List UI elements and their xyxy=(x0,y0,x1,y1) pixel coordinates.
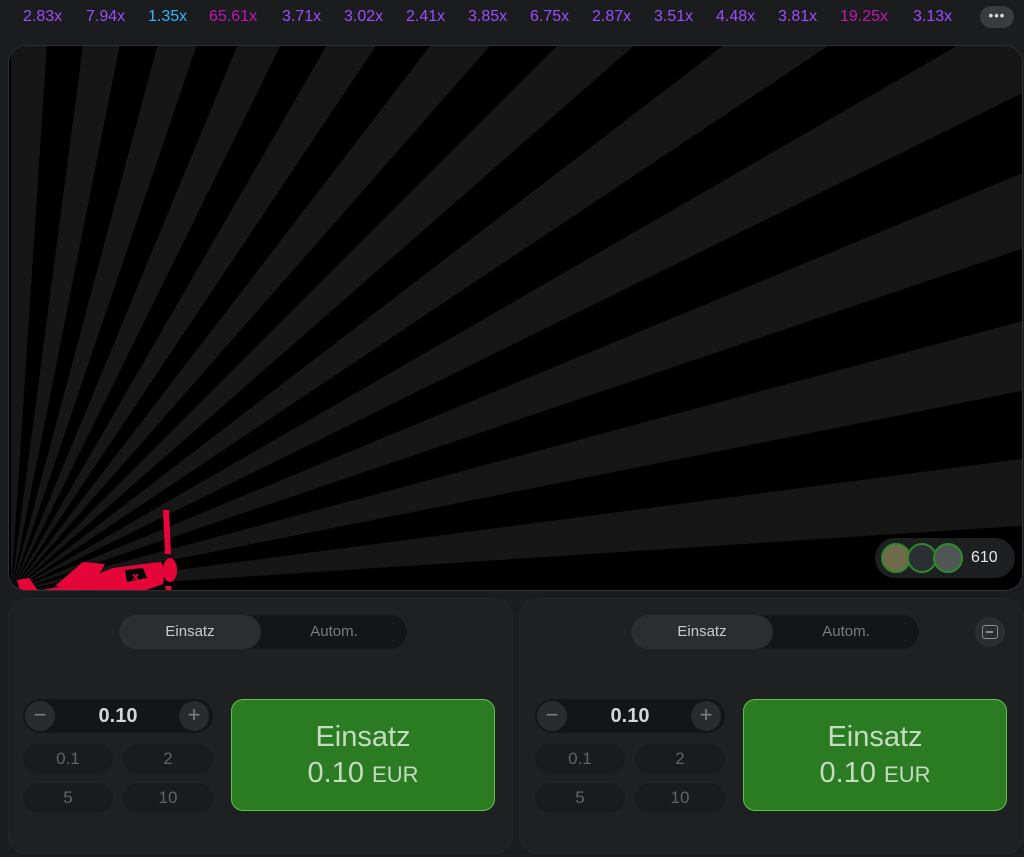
quick-amount-button[interactable]: 2 xyxy=(635,744,725,774)
bet-button-amount: 0.10 EUR xyxy=(744,756,1006,792)
bet-button-label: Einsatz xyxy=(315,721,411,753)
players-count: 610 xyxy=(971,549,998,566)
place-bet-button[interactable]: Einsatz 0.10 EUR xyxy=(231,699,495,811)
history-multiplier[interactable]: 7.94x xyxy=(86,8,125,26)
history-more-button[interactable]: ••• xyxy=(980,6,1014,28)
aviator-game-screen: 2.83x 7.94x 1.35x 65.61x 3.71x 3.02x 2.4… xyxy=(0,0,1024,857)
game-canvas: x 610 xyxy=(8,45,1023,591)
history-multiplier[interactable]: 2.41x xyxy=(406,8,445,26)
remove-panel-button[interactable] xyxy=(975,617,1005,647)
history-multiplier[interactable]: 3.71x xyxy=(282,8,321,26)
bet-amount-input[interactable]: 0.10 xyxy=(575,699,685,733)
minus-square-icon xyxy=(982,625,998,639)
bet-amount-stepper: − 0.10 + xyxy=(23,699,213,733)
increase-bet-button[interactable]: + xyxy=(179,701,209,731)
tab-autom[interactable]: Autom. xyxy=(263,615,405,649)
bet-panel-1: Einsatz Autom. − 0.10 + 0.1 2 5 10 Einsa… xyxy=(8,598,513,854)
history-multiplier[interactable]: 4.48x xyxy=(716,8,755,26)
history-multiplier[interactable]: 2.87x xyxy=(592,8,631,26)
multiplier-history: 2.83x 7.94x 1.35x 65.61x 3.71x 3.02x 2.4… xyxy=(0,0,1024,36)
quick-amount-button[interactable]: 0.1 xyxy=(535,744,625,774)
airplane-icon: x xyxy=(17,510,177,590)
bet-button-value: 0.10 xyxy=(307,757,364,789)
bet-amount-input[interactable]: 0.10 xyxy=(63,699,173,733)
history-multiplier[interactable]: 3.13x xyxy=(913,8,952,26)
history-multiplier[interactable]: 3.85x xyxy=(468,8,507,26)
history-multiplier[interactable]: 65.61x xyxy=(209,8,257,26)
history-multiplier[interactable]: 1.35x xyxy=(148,8,187,26)
decrease-bet-button[interactable]: − xyxy=(25,701,55,731)
history-multiplier[interactable]: 19.25x xyxy=(840,8,888,26)
history-multiplier[interactable]: 3.81x xyxy=(778,8,817,26)
bet-amount-stepper: − 0.10 + xyxy=(535,699,725,733)
history-multiplier[interactable]: 2.83x xyxy=(23,8,62,26)
bet-mode-tabs: Einsatz Autom. xyxy=(631,615,919,649)
bet-button-currency: EUR xyxy=(372,762,419,787)
quick-amount-button[interactable]: 5 xyxy=(535,783,625,813)
history-multiplier[interactable]: 6.75x xyxy=(530,8,569,26)
history-multiplier[interactable]: 3.02x xyxy=(344,8,383,26)
increase-bet-button[interactable]: + xyxy=(691,701,721,731)
tab-autom[interactable]: Autom. xyxy=(775,615,917,649)
place-bet-button[interactable]: Einsatz 0.10 EUR xyxy=(743,699,1007,811)
quick-amount-button[interactable]: 10 xyxy=(635,783,725,813)
decrease-bet-button[interactable]: − xyxy=(537,701,567,731)
quick-amount-button[interactable]: 0.1 xyxy=(23,744,113,774)
tab-einsatz[interactable]: Einsatz xyxy=(119,615,261,649)
tab-einsatz[interactable]: Einsatz xyxy=(631,615,773,649)
avatar xyxy=(933,543,963,573)
bet-button-currency: EUR xyxy=(884,762,931,787)
quick-amount-button[interactable]: 2 xyxy=(123,744,213,774)
quick-amount-button[interactable]: 5 xyxy=(23,783,113,813)
history-multiplier[interactable]: 3.51x xyxy=(654,8,693,26)
svg-text:x: x xyxy=(132,570,139,583)
bet-button-amount: 0.10 EUR xyxy=(232,756,494,792)
players-online-badge[interactable]: 610 xyxy=(875,538,1015,578)
bet-mode-tabs: Einsatz Autom. xyxy=(119,615,407,649)
bet-button-label: Einsatz xyxy=(827,721,923,753)
quick-amount-button[interactable]: 10 xyxy=(123,783,213,813)
bet-button-value: 0.10 xyxy=(819,757,876,789)
bet-panel-2: Einsatz Autom. − 0.10 + 0.1 2 5 10 Einsa… xyxy=(519,598,1024,854)
